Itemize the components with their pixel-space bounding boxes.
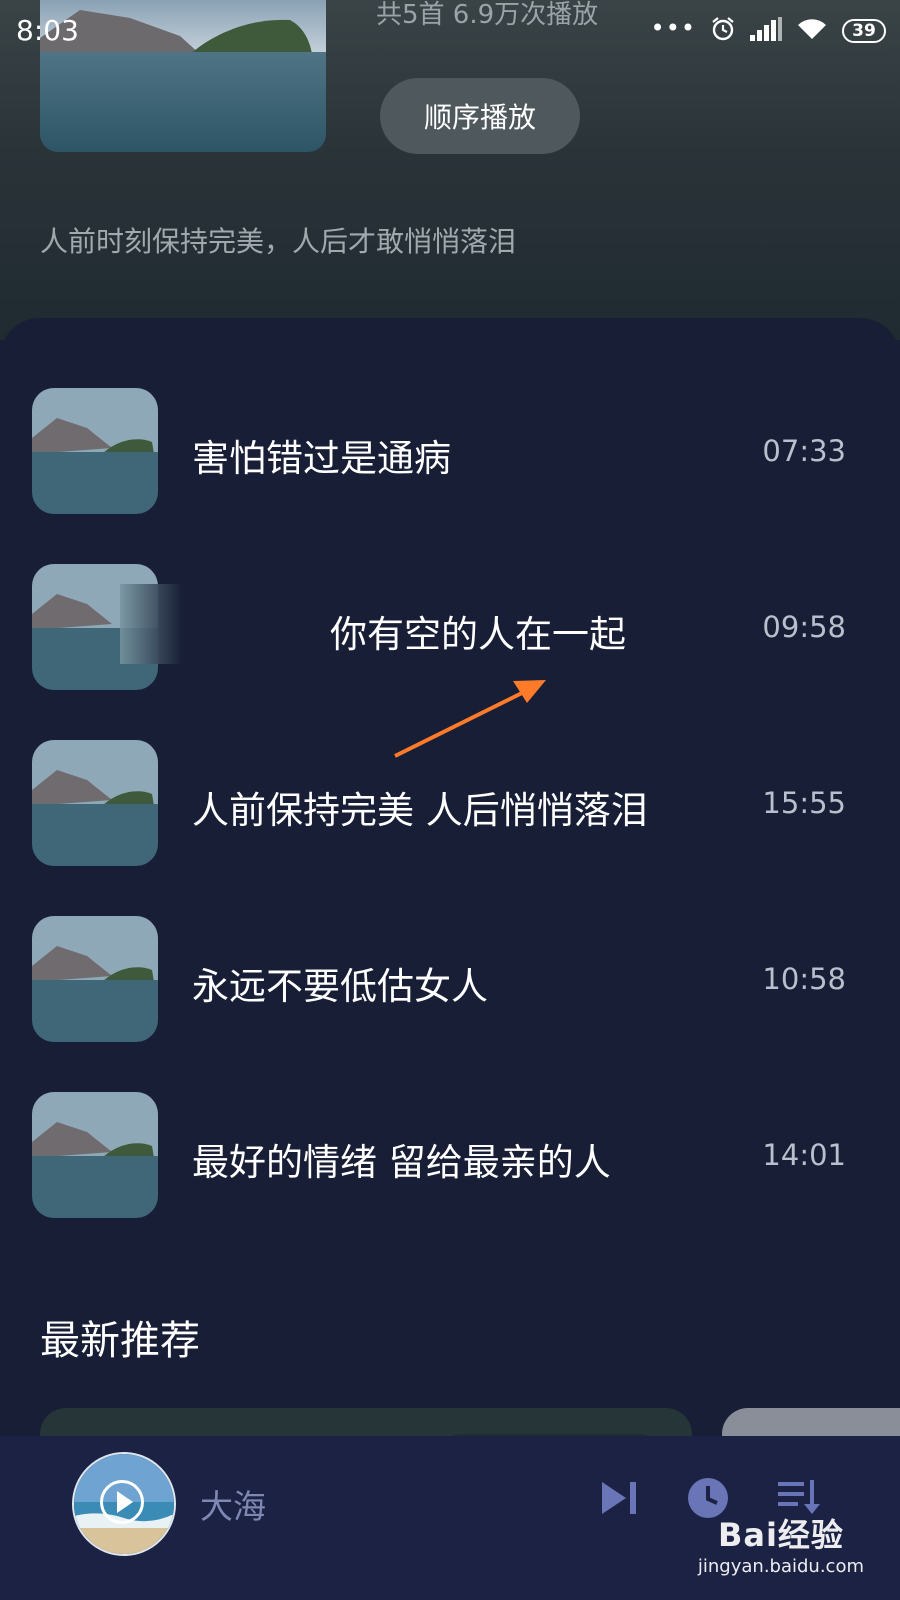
status-icons: ••• 39 (651, 14, 886, 48)
track-title: 害怕错过是通病 (192, 437, 451, 480)
track-duration: 07:33 (762, 434, 846, 468)
alarm-icon (710, 16, 736, 46)
album-description: 人前时刻保持完美，人后才敢悄悄落泪 (40, 225, 517, 258)
track-row[interactable]: 永远不要低估女人 10:58 (0, 916, 900, 1042)
baidu-jingyan-watermark: Bai经验 jingyan.baidu.com (698, 1510, 864, 1577)
now-playing-title: 大海 (200, 1487, 266, 1526)
track-title: 你有空的人在一起 (330, 613, 626, 656)
watermark-url: jingyan.baidu.com (697, 1556, 864, 1577)
track-thumbnail (32, 1092, 158, 1218)
track-duration: 15:55 (762, 786, 846, 820)
track-title: 人前保持完美 人后悄悄落泪 (192, 789, 648, 832)
track-thumbnail (32, 916, 158, 1042)
track-row[interactable]: 人前保持完美 人后悄悄落泪 15:55 (0, 740, 900, 866)
wifi-icon (796, 17, 828, 45)
track-panel: 害怕错过是通病 07:33 你有空的人在一起 09:58 人前保持完美 人后悄悄… (0, 318, 900, 1600)
blurred-region (120, 584, 330, 664)
album-meta: 共5首 6.9万次播放 (376, 0, 599, 30)
battery-indicator: 39 (842, 19, 886, 43)
track-row[interactable]: 你有空的人在一起 09:58 (0, 564, 900, 690)
track-duration: 14:01 (762, 1138, 846, 1172)
track-row[interactable]: 害怕错过是通病 07:33 (0, 388, 900, 514)
play-triangle-icon (117, 1491, 133, 1513)
track-thumbnail (32, 388, 158, 514)
watermark-logo: Bai经验 (717, 1516, 844, 1554)
status-time: 8:03 (16, 14, 79, 47)
play-order-button[interactable]: 顺序播放 (380, 78, 580, 154)
recommend-section-title: 最新推荐 (40, 1318, 200, 1364)
track-title: 最好的情绪 留给最亲的人 (192, 1141, 611, 1184)
more-dots-icon: ••• (650, 14, 696, 42)
track-title: 永远不要低估女人 (192, 965, 488, 1008)
album-header: 8:03 ••• 39 共5首 6.9万次播放 顺序播放 人前时刻保持完美，人后… (0, 0, 900, 340)
track-thumbnail (32, 740, 158, 866)
track-duration: 09:58 (762, 610, 846, 644)
now-playing-cover[interactable] (72, 1452, 176, 1556)
track-duration: 10:58 (762, 962, 846, 996)
track-row[interactable]: 最好的情绪 留给最亲的人 14:01 (0, 1092, 900, 1218)
signal-icon (750, 17, 782, 45)
next-track-icon[interactable] (598, 1476, 642, 1520)
